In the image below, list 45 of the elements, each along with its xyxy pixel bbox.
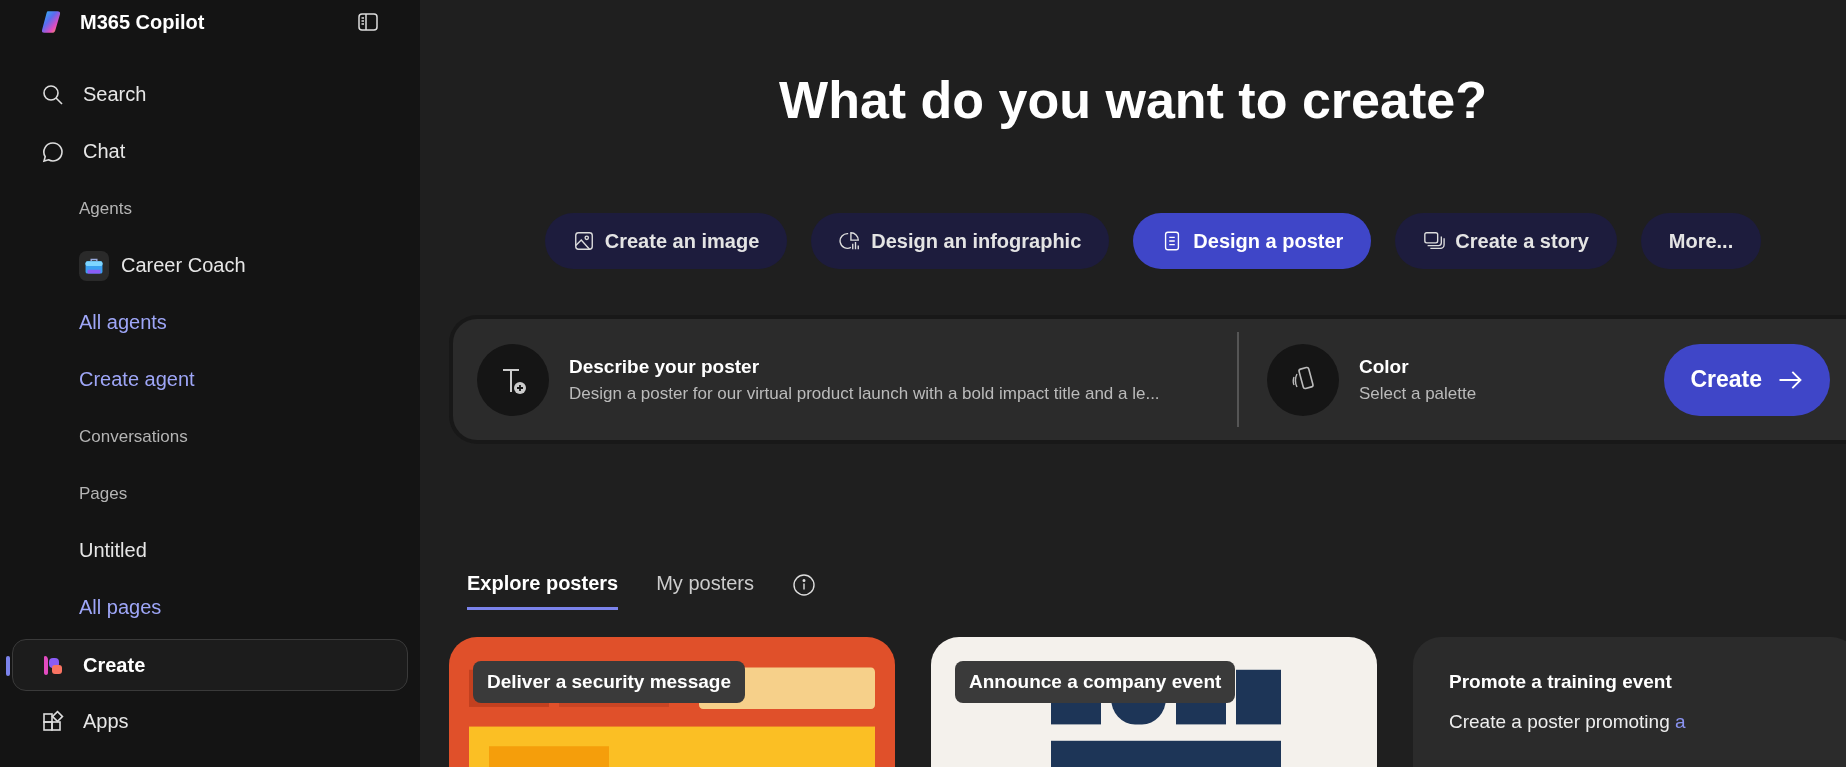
- card-label: Announce a company event: [955, 661, 1236, 703]
- text-link[interactable]: a: [1675, 711, 1686, 732]
- sidebar-link[interactable]: All pages: [79, 596, 162, 619]
- template-card[interactable]: Promote a training event Create a poster promoting a: [1413, 637, 1846, 767]
- text-add-icon: [477, 343, 549, 416]
- phone-icon: [1267, 343, 1339, 416]
- category-chip[interactable]: Design a poster: [1133, 213, 1372, 269]
- search-icon: [41, 82, 65, 107]
- chat-icon: [41, 139, 65, 164]
- nav-item[interactable]: Chat: [12, 123, 408, 180]
- app-title: M365 Copilot: [80, 10, 206, 34]
- category-chip[interactable]: Design an infographic: [811, 213, 1110, 269]
- agent-item[interactable]: Career Coach: [12, 237, 408, 294]
- tab[interactable]: Explore posters: [467, 560, 619, 610]
- stacked-pages-icon: [1423, 230, 1446, 252]
- chart-icon: [839, 230, 862, 252]
- create-button[interactable]: Create: [1664, 343, 1830, 416]
- poster-card[interactable]: Announce a company event: [931, 637, 1377, 767]
- category-chip[interactable]: More...: [1640, 213, 1762, 269]
- nav-item[interactable]: Search: [12, 66, 408, 123]
- create-icon: [41, 653, 65, 677]
- section-heading: Conversations: [79, 426, 188, 447]
- section-heading: Agents: [79, 198, 132, 219]
- category-chip[interactable]: Create an image: [544, 213, 788, 269]
- palette-picker[interactable]: Select a palette: [1359, 383, 1477, 404]
- image-icon: [572, 230, 595, 252]
- poster-card[interactable]: Deliver a security message: [449, 637, 895, 767]
- nav-item[interactable]: Apps: [12, 693, 408, 750]
- apps-icon: [41, 709, 65, 734]
- sidebar-toggle-icon[interactable]: [356, 10, 380, 34]
- category-chip[interactable]: Create a story: [1395, 213, 1617, 269]
- page-item[interactable]: Untitled: [79, 539, 147, 562]
- section-heading: Pages: [79, 483, 128, 504]
- sidebar-link[interactable]: All agents: [79, 311, 167, 334]
- field-title: Describe your poster: [569, 355, 761, 378]
- card-title: Promote a training event: [1449, 671, 1673, 693]
- selection-indicator: [6, 656, 10, 676]
- prompt-field[interactable]: Design a poster for our virtual product launch with a bold impact title and a le...: [569, 383, 1160, 404]
- info-icon[interactable]: [792, 573, 816, 597]
- field-title: Color: [1359, 355, 1410, 378]
- card-label: Deliver a security message: [473, 661, 745, 703]
- tab[interactable]: My posters: [656, 560, 754, 610]
- sidebar-link[interactable]: Create agent: [79, 368, 195, 391]
- briefcase-icon: [79, 250, 109, 281]
- card-description: Create a poster promoting a: [1449, 711, 1687, 733]
